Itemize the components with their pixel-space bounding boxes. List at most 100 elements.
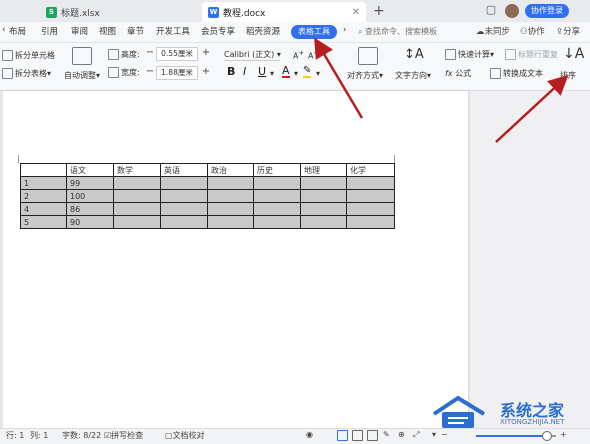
word-count[interactable]: 字数: 8/22 — [62, 430, 101, 441]
highlight-icon[interactable]: ✎ — [303, 65, 312, 78]
login-button[interactable]: 协作登录 — [525, 4, 569, 18]
repeat-header-button[interactable]: 标题行重复 — [505, 49, 558, 60]
width-decrease-button[interactable]: − — [145, 66, 155, 78]
menu-review[interactable]: 审阅 — [71, 25, 88, 37]
height-increase-button[interactable]: + — [201, 47, 211, 59]
highlight-dropdown-icon[interactable]: ▾ — [316, 69, 320, 78]
table-cell[interactable]: 政治 — [207, 163, 254, 177]
sort-icon[interactable]: ↓A — [563, 46, 584, 62]
table-cell[interactable]: 5 — [20, 215, 67, 229]
table-cell[interactable] — [300, 176, 347, 190]
outline-view-icon[interactable] — [352, 430, 363, 441]
share-button[interactable]: ⇪分享 — [556, 25, 580, 37]
convert-to-text-button[interactable]: 转换成文本 — [490, 68, 543, 79]
table-cell[interactable] — [160, 189, 208, 203]
table-cell[interactable] — [207, 176, 254, 190]
table-cell[interactable] — [160, 215, 208, 229]
split-table-button[interactable]: 拆分表格▾ — [2, 68, 51, 79]
zoom-in-icon[interactable]: + — [560, 430, 567, 439]
table-cell[interactable] — [346, 202, 395, 216]
width-increase-button[interactable]: + — [201, 66, 211, 78]
table-cell[interactable]: 4 — [20, 202, 67, 216]
table-cell[interactable]: 英语 — [160, 163, 208, 177]
align-icon[interactable] — [358, 47, 378, 65]
writing-mode-icon[interactable]: ✎ — [383, 430, 390, 439]
font-size-increase-icon[interactable]: A+ — [293, 49, 304, 61]
tab-spreadsheet[interactable]: S 标题.xlsx — [40, 2, 190, 22]
table-cell[interactable] — [346, 176, 395, 190]
sort-button[interactable]: 排序 — [560, 70, 576, 81]
table-cell[interactable]: 2 — [20, 189, 67, 203]
menu-view[interactable]: 视图 — [99, 25, 116, 37]
data-table[interactable]: 语文 数学 英语 政治 历史 地理 化学 1 99 2 100 4 86 5 9… — [20, 163, 395, 229]
bold-button[interactable]: B — [227, 65, 235, 78]
table-cell[interactable] — [20, 163, 67, 177]
table-cell[interactable]: 1 — [20, 176, 67, 190]
underline-button[interactable]: U — [258, 65, 266, 78]
table-cell[interactable] — [113, 176, 161, 190]
menu-more-icon[interactable]: › — [343, 25, 346, 35]
table-cell[interactable]: 化学 — [346, 163, 395, 177]
table-cell[interactable]: 数学 — [113, 163, 161, 177]
window-switch-icon[interactable]: ▢ — [484, 3, 498, 17]
align-button[interactable]: 对齐方式▾ — [347, 70, 383, 81]
italic-button[interactable]: I — [243, 65, 246, 78]
table-cell[interactable] — [207, 202, 254, 216]
menu-layout[interactable]: 布局 — [9, 25, 26, 37]
eye-protection-icon[interactable]: ◉ — [306, 430, 313, 439]
new-tab-icon[interactable]: + — [373, 3, 385, 19]
document-page[interactable] — [0, 91, 468, 428]
menu-back-icon[interactable]: ‹ — [2, 25, 5, 35]
font-size-decrease-icon[interactable]: A- — [308, 49, 316, 61]
table-cell[interactable] — [253, 215, 301, 229]
page-view-icon[interactable] — [337, 430, 348, 441]
table-cell[interactable]: 99 — [66, 176, 114, 190]
autofit-button[interactable]: 自动调整▾ — [64, 70, 100, 81]
quick-calc-button[interactable]: 快速计算▾ — [445, 49, 494, 60]
zoom-slider-handle[interactable] — [542, 431, 552, 441]
font-color-button[interactable]: A — [282, 65, 290, 78]
table-cell[interactable] — [346, 215, 395, 229]
menu-references[interactable]: 引用 — [41, 25, 58, 37]
menu-section[interactable]: 章节 — [127, 25, 144, 37]
sync-status[interactable]: ☁未同步 — [476, 25, 510, 37]
table-cell[interactable] — [160, 176, 208, 190]
table-cell[interactable]: 地理 — [300, 163, 347, 177]
doc-check-button[interactable]: ▢文档校对 — [165, 430, 205, 441]
table-cell[interactable]: 100 — [66, 189, 114, 203]
web-view-icon[interactable] — [367, 430, 378, 441]
table-cell[interactable] — [160, 202, 208, 216]
fit-page-icon[interactable]: ⤢ — [413, 430, 419, 440]
avatar[interactable] — [505, 4, 519, 18]
menu-membership[interactable]: 会员专享 — [201, 25, 235, 37]
tab-table-tools[interactable]: 表格工具 — [291, 25, 337, 39]
text-direction-button[interactable]: 文字方向▾ — [395, 70, 431, 81]
font-color-dropdown-icon[interactable]: ▾ — [294, 69, 298, 78]
col-width-input[interactable]: 1.88厘米 — [156, 66, 198, 80]
font-name-select[interactable]: Calibri (正文) ▾ — [224, 49, 281, 61]
table-cell[interactable] — [207, 189, 254, 203]
table-cell[interactable] — [113, 189, 161, 203]
table-cell[interactable] — [207, 215, 254, 229]
table-cell[interactable] — [300, 215, 347, 229]
close-tab-icon[interactable]: ✕ — [352, 7, 360, 18]
split-cell-button[interactable]: 拆分单元格 — [2, 50, 55, 61]
table-cell[interactable]: 历史 — [253, 163, 301, 177]
formula-button[interactable]: fx 公式 — [445, 68, 471, 79]
spell-check-button[interactable]: ☑拼写检查 — [104, 430, 143, 441]
table-cell[interactable] — [253, 189, 301, 203]
underline-dropdown-icon[interactable]: ▾ — [270, 69, 274, 78]
table-cell[interactable] — [346, 189, 395, 203]
table-cell[interactable] — [113, 215, 161, 229]
table-cell[interactable]: 语文 — [66, 163, 114, 177]
table-cell[interactable] — [253, 176, 301, 190]
table-cell[interactable] — [300, 202, 347, 216]
table-cell[interactable] — [300, 189, 347, 203]
globe-icon[interactable]: ⊕ — [398, 430, 405, 439]
table-cell[interactable]: 90 — [66, 215, 114, 229]
autofit-icon[interactable] — [72, 47, 92, 65]
menu-docer-resources[interactable]: 稻壳资源 — [246, 25, 280, 37]
tab-document[interactable]: W 教程.docx ✕ — [202, 2, 366, 22]
menu-developer[interactable]: 开发工具 — [156, 25, 190, 37]
table-cell[interactable] — [113, 202, 161, 216]
